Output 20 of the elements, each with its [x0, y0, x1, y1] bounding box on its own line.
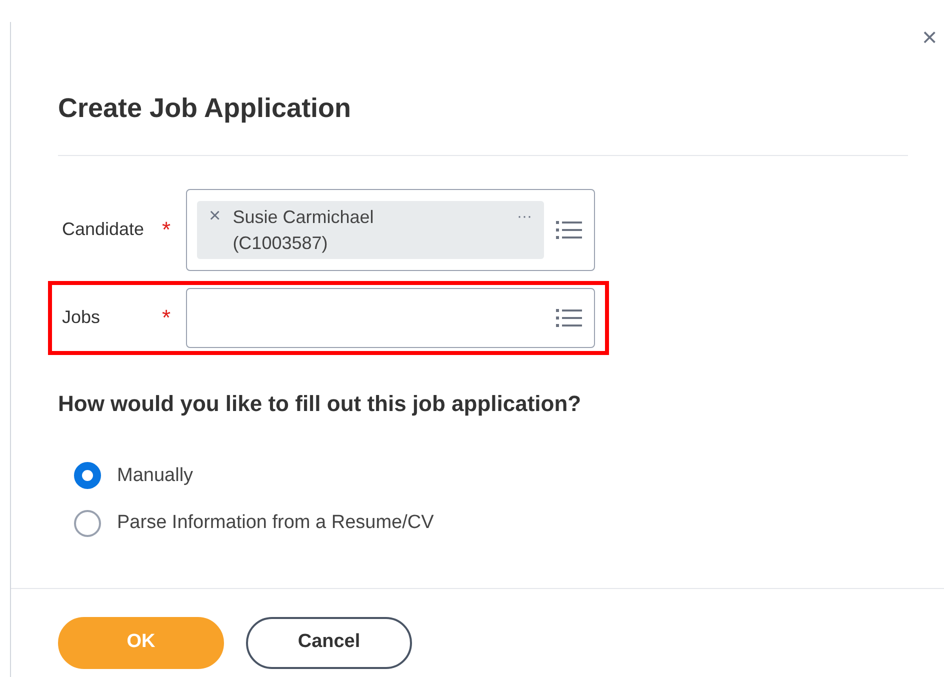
radio-label: Parse Information from a Resume/CV [117, 511, 434, 535]
field-label: Jobs [62, 306, 102, 329]
dialog-title: Create Job Application [58, 92, 352, 125]
required-mark: * [162, 216, 172, 244]
selected-chip[interactable]: × Susie Carmichael (C1003587) ··· [197, 200, 544, 258]
chip-text: Susie Carmichael (C1003587) [232, 206, 375, 255]
radio-button[interactable] [74, 462, 101, 490]
cancel-button[interactable]: Cancel [246, 616, 412, 668]
remove-button[interactable]: × [209, 204, 221, 228]
field-label: Candidate [62, 218, 146, 241]
input-field[interactable] [186, 288, 595, 348]
radio-button[interactable] [74, 510, 101, 537]
list-icon[interactable] [556, 220, 582, 240]
list-icon[interactable] [556, 308, 582, 328]
question-heading: How would you like to fill out this job application? [58, 390, 582, 418]
more-button[interactable]: ··· [517, 206, 532, 228]
close-button[interactable]: × [922, 24, 938, 50]
radio-label: Manually [117, 464, 194, 488]
required-mark: * [162, 304, 172, 332]
input-field[interactable]: × Susie Carmichael (C1003587) ··· [186, 188, 595, 270]
